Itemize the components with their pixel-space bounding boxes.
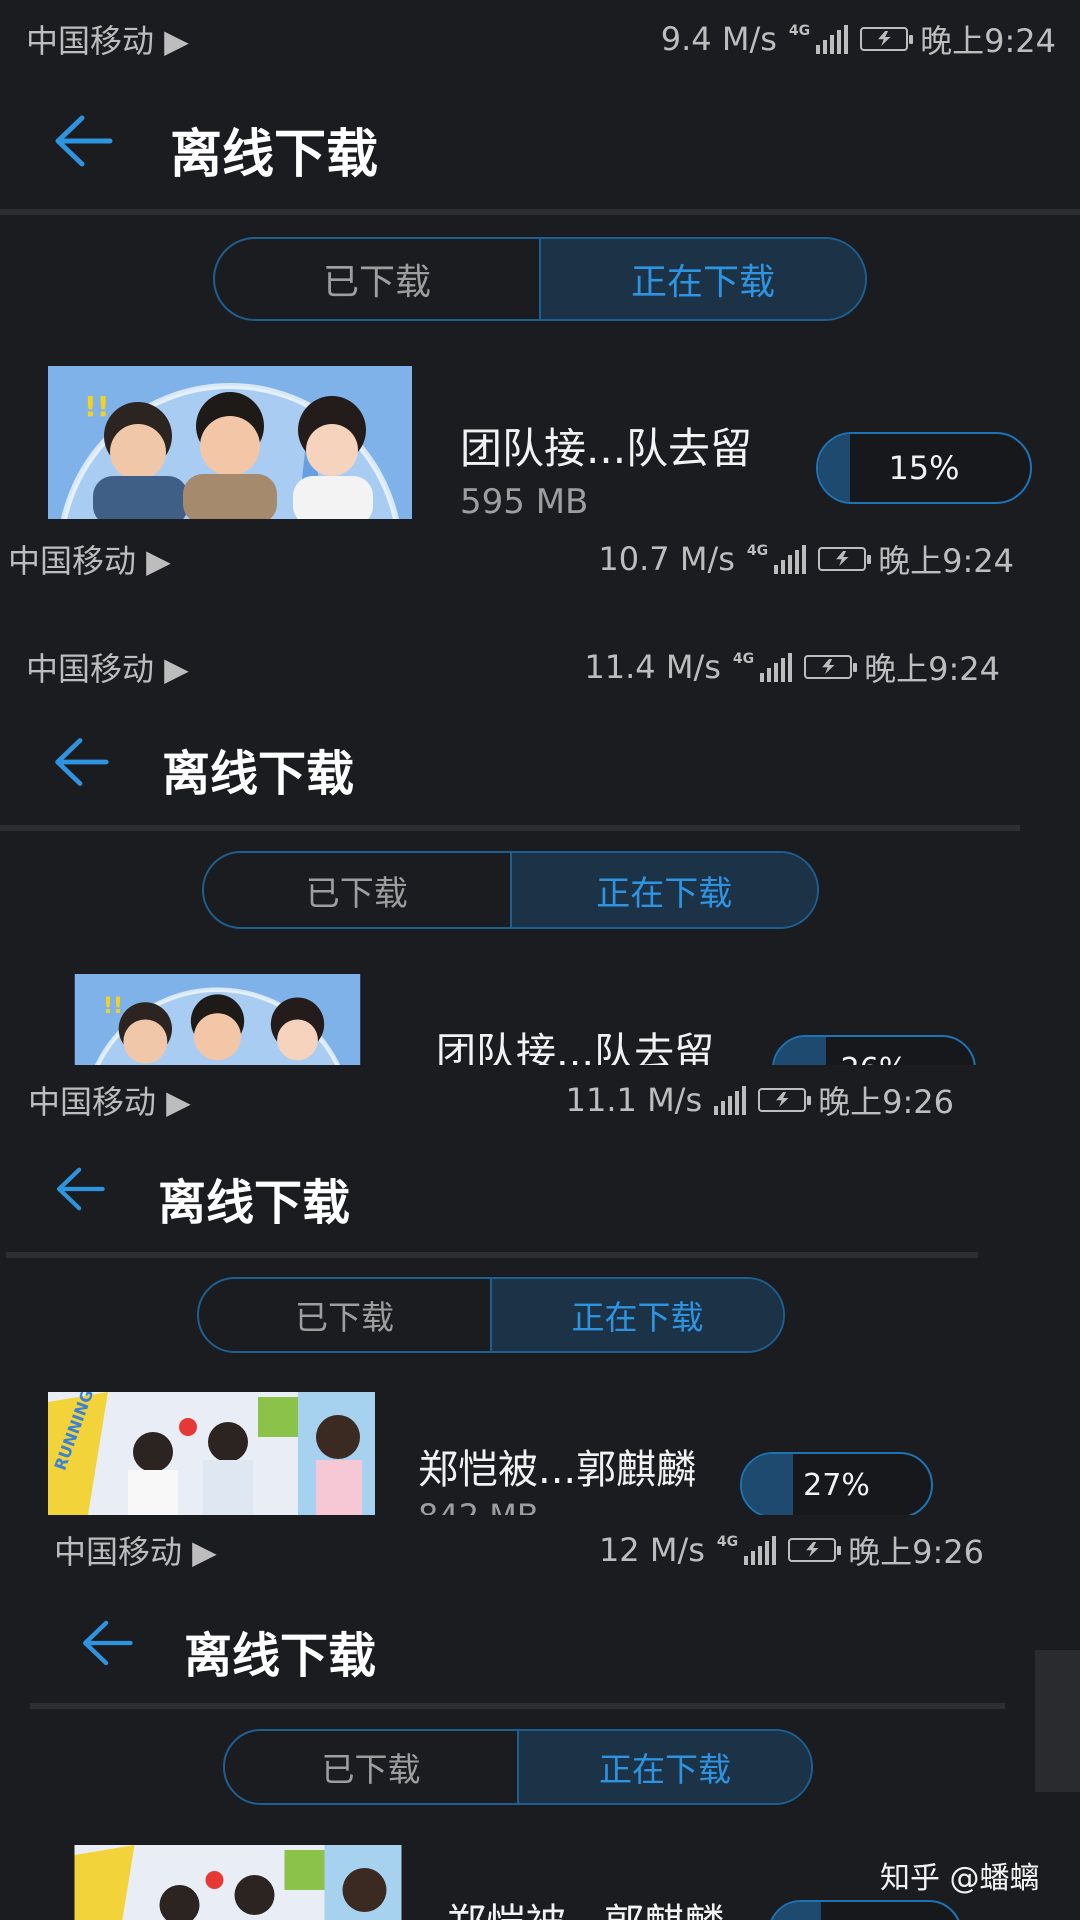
carrier-name: 中国移动 ▶ bbox=[26, 22, 189, 60]
header-divider bbox=[0, 209, 1080, 215]
screenshot-frame-4: 中国移动 ▶ 11.1 M/s 晚上9:26 离线下载 已下载 正在下载 RUN… bbox=[0, 1065, 1000, 1515]
download-tabs: 已下载 正在下载 bbox=[202, 851, 819, 929]
clock-time: 晚上9:24 bbox=[864, 650, 1000, 688]
tab-downloading[interactable]: 正在下载 bbox=[490, 1279, 783, 1351]
app-bar: 离线下载 bbox=[0, 90, 1080, 200]
signal-icon: 4G bbox=[733, 652, 793, 682]
back-arrow-icon[interactable] bbox=[54, 1165, 106, 1213]
svg-text:!!: !! bbox=[103, 994, 123, 1019]
video-thumbnail[interactable]: !! bbox=[46, 974, 389, 1065]
carrier-name: 中国移动 ▶ bbox=[28, 1083, 191, 1121]
back-arrow-icon[interactable] bbox=[52, 736, 110, 788]
network-speed: 9.4 M/s bbox=[660, 20, 777, 58]
item-size: 842 MB bbox=[418, 1497, 539, 1515]
item-title: 团队接...队去留 bbox=[436, 1030, 715, 1065]
status-bar: 中国移动 ▶ 11.1 M/s 晚上9:26 bbox=[0, 1077, 1000, 1121]
network-speed: 10.7 M/s bbox=[598, 540, 735, 578]
screenshot-frame-2: 中国移动 ▶ 10.7 M/s 4G 晚上9:24 bbox=[0, 520, 1080, 610]
download-progress[interactable]: 26% bbox=[772, 1035, 976, 1065]
download-tabs: 已下载 正在下载 bbox=[197, 1277, 785, 1353]
page-title: 离线下载 bbox=[162, 746, 355, 802]
scrollbar-thumb[interactable] bbox=[1035, 1650, 1080, 1792]
network-speed: 12 M/s bbox=[598, 1531, 705, 1569]
page-title: 离线下载 bbox=[184, 1628, 377, 1684]
page-title: 离线下载 bbox=[170, 125, 379, 185]
battery-charging-icon bbox=[788, 1538, 842, 1562]
app-bar: 离线下载 bbox=[0, 1600, 1080, 1700]
battery-charging-icon bbox=[804, 655, 858, 679]
tab-downloaded[interactable]: 已下载 bbox=[199, 1279, 490, 1351]
status-bar: 中国移动 ▶ 12 M/s 4G 晚上9:26 bbox=[0, 1527, 1080, 1571]
tab-downloaded[interactable]: 已下载 bbox=[225, 1731, 517, 1803]
download-tabs: 已下载 正在下载 bbox=[223, 1729, 813, 1805]
tab-downloaded[interactable]: 已下载 bbox=[204, 853, 510, 927]
back-arrow-icon[interactable] bbox=[52, 114, 114, 168]
status-bar: 中国移动 ▶ 9.4 M/s 4G 晚上9:24 bbox=[0, 16, 1080, 60]
signal-icon: 4G bbox=[789, 24, 849, 54]
progress-label: 27% bbox=[803, 1467, 870, 1503]
network-speed: 11.1 M/s bbox=[565, 1081, 703, 1119]
network-speed: 11.4 M/s bbox=[584, 648, 721, 686]
header-divider bbox=[0, 825, 1020, 831]
battery-charging-icon bbox=[860, 27, 914, 51]
clock-time: 晚上9:26 bbox=[818, 1083, 954, 1121]
video-thumbnail[interactable] bbox=[74, 1845, 402, 1920]
signal-icon: 4G bbox=[717, 1535, 777, 1565]
tab-downloading[interactable]: 正在下载 bbox=[517, 1731, 811, 1803]
clock-time: 晚上9:24 bbox=[920, 22, 1056, 60]
status-bar: 中国移动 ▶ 11.4 M/s 4G 晚上9:24 bbox=[0, 644, 1030, 688]
status-bar: 中国移动 ▶ 10.7 M/s 4G 晚上9:24 bbox=[0, 536, 1080, 580]
carrier-name: 中国移动 ▶ bbox=[8, 542, 171, 580]
progress-label: 15% bbox=[888, 449, 960, 487]
svg-text:!!: !! bbox=[84, 390, 110, 423]
download-progress[interactable]: 27% bbox=[740, 1452, 933, 1515]
item-title: 郑恺被...郭麒麟 bbox=[446, 1891, 724, 1920]
screenshot-frame-3: 中国移动 ▶ 11.4 M/s 4G 晚上9:24 离线下载 已下载 正在下载 … bbox=[0, 630, 1030, 1065]
carrier-name: 中国移动 ▶ bbox=[26, 650, 189, 688]
carrier-name: 中国移动 ▶ bbox=[54, 1533, 217, 1571]
download-tabs: 已下载 正在下载 bbox=[213, 237, 867, 321]
screenshot-frame-1: 中国移动 ▶ 9.4 M/s 4G 晚上9:24 离线下载 已下载 正在下载 !… bbox=[0, 0, 1080, 540]
progress-label: 27% bbox=[770, 1902, 960, 1920]
header-divider bbox=[6, 1252, 978, 1258]
app-bar: 离线下载 bbox=[0, 1145, 1000, 1245]
tab-downloaded[interactable]: 已下载 bbox=[215, 239, 539, 319]
item-size: 595 MB bbox=[460, 482, 589, 522]
watermark-text: 知乎 @蟠螭 bbox=[880, 1861, 1040, 1896]
signal-icon bbox=[714, 1085, 747, 1115]
clock-time: 晚上9:24 bbox=[878, 542, 1014, 580]
clock-time: 晚上9:26 bbox=[848, 1533, 984, 1571]
download-progress[interactable]: 15% bbox=[816, 432, 1032, 504]
item-title: 郑恺被...郭麒麟 bbox=[418, 1447, 697, 1493]
download-progress[interactable]: 27% bbox=[768, 1900, 962, 1920]
tab-downloading[interactable]: 正在下载 bbox=[509, 853, 817, 927]
signal-icon: 4G bbox=[747, 544, 807, 574]
battery-charging-icon bbox=[758, 1088, 812, 1112]
header-divider bbox=[30, 1703, 1005, 1709]
battery-charging-icon bbox=[818, 547, 872, 571]
app-bar: 离线下载 bbox=[0, 720, 1030, 820]
item-title: 团队接...队去留 bbox=[460, 424, 753, 473]
video-thumbnail[interactable]: RUNNING bbox=[48, 1392, 375, 1515]
tab-downloading[interactable]: 正在下载 bbox=[539, 239, 865, 319]
back-arrow-icon[interactable] bbox=[80, 1618, 134, 1668]
progress-label: 26% bbox=[774, 1037, 974, 1066]
video-thumbnail[interactable]: !! bbox=[48, 366, 412, 519]
page-title: 离线下载 bbox=[158, 1175, 351, 1231]
